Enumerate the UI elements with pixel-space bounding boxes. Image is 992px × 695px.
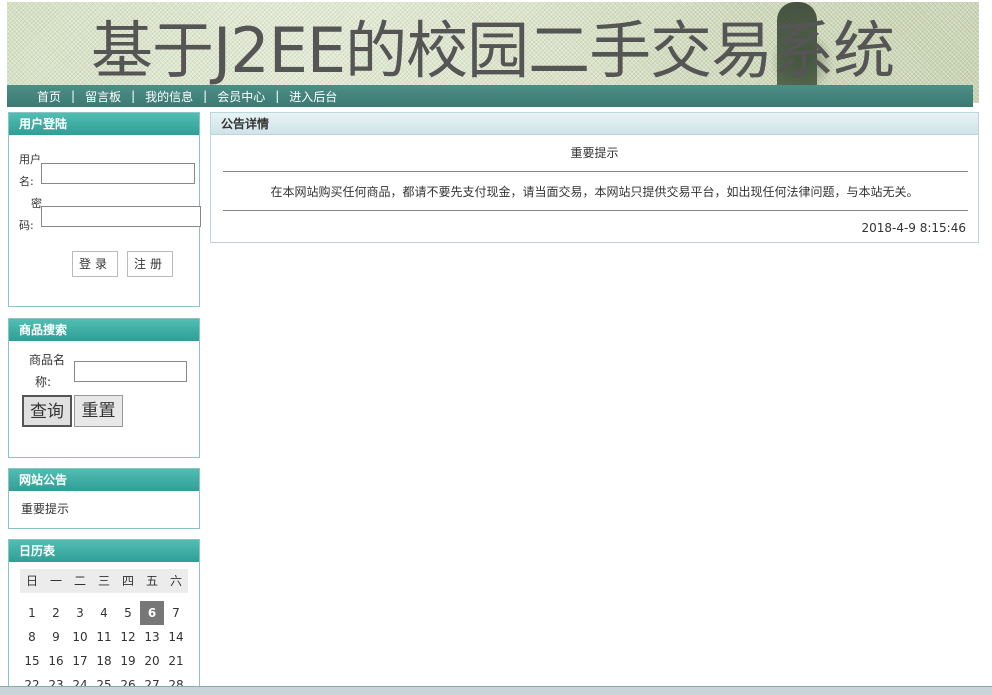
password-label-line2: 码: [19, 219, 34, 232]
calendar-day[interactable]: 20 [140, 649, 164, 673]
calendar-day[interactable]: 14 [164, 625, 188, 649]
reset-button[interactable]: 重置 [74, 395, 123, 427]
notice-panel: 网站公告 重要提示 [8, 468, 200, 529]
calendar-day[interactable]: 2 [44, 601, 68, 625]
divider [223, 171, 968, 172]
weekday-fri: 五 [140, 569, 164, 593]
calendar-spacer [20, 593, 188, 601]
calendar-day[interactable]: 16 [44, 649, 68, 673]
calendar-weekday-row: 日 一 二 三 四 五 六 [20, 569, 188, 593]
calendar-day[interactable]: 7 [164, 601, 188, 625]
nav-separator: | [71, 89, 76, 103]
calendar-day-today[interactable]: 6 [140, 601, 164, 625]
calendar-day[interactable]: 11 [92, 625, 116, 649]
nav-home[interactable]: 首页 [37, 88, 61, 105]
weekday-sat: 六 [164, 569, 188, 593]
login-panel-header: 用户登陆 [9, 113, 199, 135]
main-nav: 首页 | 留言板 | 我的信息 | 会员中心 | 进入后台 [7, 85, 973, 107]
weekday-thu: 四 [116, 569, 140, 593]
calendar-day[interactable]: 15 [20, 649, 44, 673]
calendar-panel-header: 日历表 [9, 540, 199, 562]
nav-separator: | [131, 89, 136, 103]
calendar-day[interactable]: 1 [20, 601, 44, 625]
nav-separator: | [203, 89, 208, 103]
calendar-week: 15 16 17 18 19 20 21 [20, 649, 188, 673]
notice-detail-header: 公告详情 [211, 113, 978, 135]
calendar-day[interactable]: 9 [44, 625, 68, 649]
notice-body: 在本网站购买任何商品，都请不要先支付现金，请当面交易，本网站只提供交易平台，如出… [270, 185, 919, 199]
calendar-week: 8 9 10 11 12 13 14 [20, 625, 188, 649]
notice-item[interactable]: 重要提示 [21, 498, 69, 520]
username-input[interactable] [41, 163, 195, 184]
calendar-day[interactable]: 8 [20, 625, 44, 649]
calendar-day[interactable]: 10 [68, 625, 92, 649]
calendar-day[interactable]: 13 [140, 625, 164, 649]
calendar-panel: 日历表 日 一 二 三 四 五 六 1 2 3 4 5 6 7 8 9 10 1… [8, 539, 200, 695]
notice-panel-header: 网站公告 [9, 469, 199, 491]
nav-guestbook[interactable]: 留言板 [85, 88, 121, 105]
nav-admin[interactable]: 进入后台 [289, 88, 337, 105]
product-name-label-line2: 称: [35, 375, 52, 389]
weekday-tue: 二 [68, 569, 92, 593]
weekday-mon: 一 [44, 569, 68, 593]
weekday-sun: 日 [20, 569, 44, 593]
calendar-week: 1 2 3 4 5 6 7 [20, 601, 188, 625]
page-root: 基于J2EE的校园二手交易系统 首页 | 留言板 | 我的信息 | 会员中心 |… [0, 0, 992, 695]
weekday-wed: 三 [92, 569, 116, 593]
password-input[interactable] [41, 206, 201, 227]
username-label-line2: 名: [19, 175, 34, 188]
query-button[interactable]: 查询 [22, 395, 72, 427]
register-button[interactable]: 注册 [127, 251, 173, 277]
calendar-grid: 日 一 二 三 四 五 六 1 2 3 4 5 6 7 8 9 10 11 12… [20, 569, 188, 695]
notice-title: 重要提示 [570, 146, 619, 160]
login-button[interactable]: 登录 [72, 251, 118, 277]
product-name-input[interactable] [74, 361, 187, 382]
site-title: 基于J2EE的校园二手交易系统 [91, 14, 895, 87]
nav-member-center[interactable]: 会员中心 [217, 88, 265, 105]
calendar-day[interactable]: 4 [92, 601, 116, 625]
calendar-day[interactable]: 18 [92, 649, 116, 673]
divider [223, 210, 968, 211]
notice-detail-panel: 公告详情 重要提示 在本网站购买任何商品，都请不要先支付现金，请当面交易，本网站… [210, 112, 979, 243]
search-panel: 商品搜索 商品名 称: 查询 重置 [8, 318, 200, 458]
calendar-day[interactable]: 3 [68, 601, 92, 625]
window-bottom-edge [0, 686, 992, 695]
nav-separator: | [275, 89, 280, 103]
login-panel: 用户登陆 用户 名: 密 码: 登录 注册 [8, 112, 201, 307]
nav-my-info[interactable]: 我的信息 [145, 88, 193, 105]
username-label-line1: 用户 [19, 153, 41, 166]
product-name-label-line1: 商品名 [29, 353, 66, 367]
calendar-day[interactable]: 5 [116, 601, 140, 625]
calendar-day[interactable]: 12 [116, 625, 140, 649]
calendar-day[interactable]: 17 [68, 649, 92, 673]
notice-date: 2018-4-9 8:15:46 [861, 221, 966, 235]
calendar-day[interactable]: 21 [164, 649, 188, 673]
calendar-day[interactable]: 19 [116, 649, 140, 673]
search-panel-header: 商品搜索 [9, 319, 199, 341]
